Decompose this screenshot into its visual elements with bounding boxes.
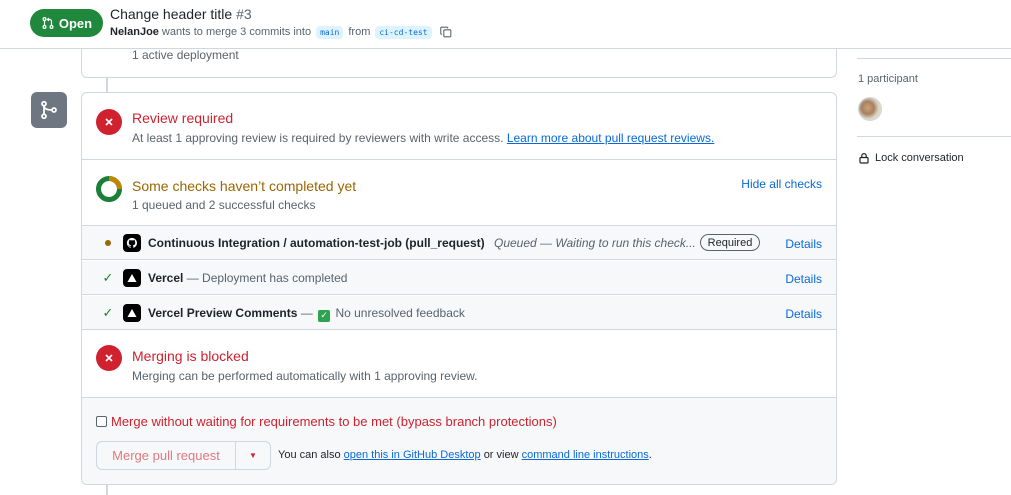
check-name: Vercel xyxy=(148,271,184,285)
check-row-text: Vercel — Deployment has completed xyxy=(148,271,347,285)
review-title: Review required xyxy=(132,110,234,126)
checks-title: Some checks haven’t completed yet xyxy=(132,178,357,194)
alt-suffix: . xyxy=(648,449,652,461)
participants-label: 1 participant xyxy=(858,73,918,85)
pr-author[interactable]: NelanJoe xyxy=(110,26,159,38)
merge-blocked-section: Merging is blocked Merging can be perfor… xyxy=(82,331,836,398)
vercel-icon[interactable] xyxy=(123,269,141,287)
merge-alternatives: You can also open this in GitHub Desktop… xyxy=(278,449,652,461)
sticky-header: Open Change header title #3 NelanJoe wan… xyxy=(0,0,1011,49)
review-learn-more-link[interactable]: Learn more about pull request reviews. xyxy=(507,131,714,145)
git-pull-request-icon xyxy=(42,17,54,29)
x-circle-icon xyxy=(96,109,122,135)
check-row: Continuous Integration / automation-test… xyxy=(82,226,836,260)
check-row-text: Continuous Integration / automation-test… xyxy=(148,236,696,250)
lock-icon xyxy=(859,153,869,164)
check-success-icon: ✓ xyxy=(102,305,114,320)
check-row: ✓ Vercel Preview Comments — ✓ No unresol… xyxy=(82,296,836,330)
check-description: — Deployment has completed xyxy=(186,271,348,285)
vercel-icon[interactable] xyxy=(123,304,141,322)
merge-text: wants to merge 3 commits into xyxy=(161,26,312,38)
sidebar-divider xyxy=(857,136,1011,137)
blocked-description: Merging can be performed automatically w… xyxy=(132,369,478,383)
x-circle-icon xyxy=(96,345,122,371)
review-description-text: At least 1 approving review is required … xyxy=(132,131,504,145)
bypass-checkbox[interactable] xyxy=(96,416,107,427)
required-badge: Required xyxy=(700,234,760,251)
alt-middle: or view xyxy=(483,449,519,461)
check-box-icon: ✓ xyxy=(318,309,331,322)
base-branch[interactable]: main xyxy=(316,25,344,39)
check-description: No unresolved feedback xyxy=(335,306,465,320)
checks-progress-icon xyxy=(96,176,122,202)
check-details-link[interactable]: Details xyxy=(785,272,822,286)
triangle-down-icon: ▼ xyxy=(249,451,257,460)
review-description: At least 1 approving review is required … xyxy=(132,131,714,145)
check-name: Vercel Preview Comments xyxy=(148,306,298,320)
queued-status-icon xyxy=(102,237,114,249)
lock-conversation-button[interactable]: Lock conversation xyxy=(858,152,964,164)
from-text: from xyxy=(348,26,371,38)
command-line-link[interactable]: command line instructions xyxy=(522,449,649,461)
bypass-label[interactable]: Merge without waiting for requirements t… xyxy=(111,414,557,429)
participant-avatar[interactable] xyxy=(858,97,882,121)
lock-conversation-label[interactable]: Lock conversation xyxy=(875,152,964,164)
merge-options-dropdown[interactable]: ▼ xyxy=(235,442,270,469)
check-success-icon: ✓ xyxy=(102,270,114,285)
hide-all-checks-link[interactable]: Hide all checks xyxy=(741,177,822,191)
blocked-title: Merging is blocked xyxy=(132,348,249,364)
copy-icon[interactable] xyxy=(439,25,453,39)
checks-section: Some checks haven’t completed yet 1 queu… xyxy=(82,160,836,226)
pr-state-badge: Open xyxy=(30,9,103,37)
pr-title: Change header title #3 xyxy=(110,6,252,22)
merge-actions: Merge without waiting for requirements t… xyxy=(82,398,836,484)
deployment-summary: 1 active deployment xyxy=(132,48,239,62)
head-branch[interactable]: ci-cd-test xyxy=(375,25,432,39)
sidebar-divider xyxy=(857,58,1011,59)
github-actions-icon[interactable] xyxy=(123,234,141,252)
bypass-checkbox-row[interactable]: Merge without waiting for requirements t… xyxy=(96,414,557,429)
check-name: Continuous Integration / automation-test… xyxy=(148,236,485,250)
check-row: ✓ Vercel — Deployment has completed Deta… xyxy=(82,261,836,295)
github-desktop-link[interactable]: open this in GitHub Desktop xyxy=(344,449,481,461)
git-merge-icon xyxy=(41,100,57,120)
merge-status-icon xyxy=(31,92,67,128)
checks-summary: 1 queued and 2 successful checks xyxy=(132,198,316,212)
check-details-link[interactable]: Details xyxy=(785,237,822,251)
pr-meta: NelanJoe wants to merge 3 commits into m… xyxy=(110,25,453,39)
merge-box: Review required At least 1 approving rev… xyxy=(81,92,837,485)
check-prefix: — xyxy=(300,306,313,320)
pr-state-label: Open xyxy=(58,15,93,31)
pr-title-text: Change header title xyxy=(110,6,233,22)
review-section: Review required At least 1 approving rev… xyxy=(82,93,836,160)
pr-number: #3 xyxy=(236,6,252,22)
check-details-link[interactable]: Details xyxy=(785,307,822,321)
check-description: Queued — Waiting to run this check... xyxy=(494,236,696,250)
merge-pull-request-button[interactable]: Merge pull request xyxy=(97,442,235,469)
check-row-text: Vercel Preview Comments — ✓ No unresolve… xyxy=(148,306,465,322)
merge-button-group: Merge pull request ▼ xyxy=(96,441,271,470)
alt-prefix: You can also xyxy=(278,449,341,461)
